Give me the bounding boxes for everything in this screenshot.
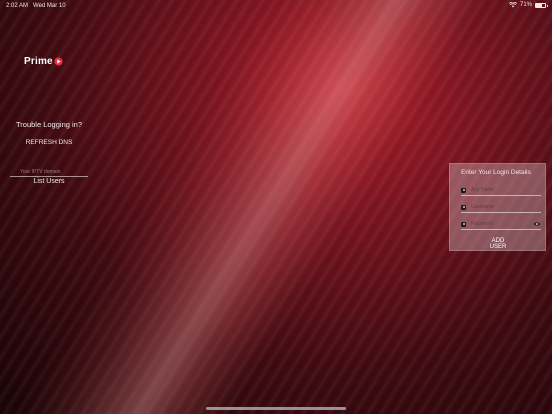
trouble-logging-text: Trouble Logging in? — [15, 120, 83, 129]
username-input[interactable] — [466, 202, 541, 212]
battery-percent: 71% — [519, 2, 532, 8]
password-input[interactable] — [466, 219, 533, 229]
wifi-icon — [508, 2, 517, 8]
any-name-field — [461, 185, 541, 196]
status-right: 71% — [508, 2, 548, 8]
status-bar: 2:02 AM Wed Mar 10 71% — [0, 0, 552, 12]
any-name-input[interactable] — [466, 185, 541, 195]
play-triangle-icon — [54, 57, 63, 66]
refresh-dns-button[interactable]: REFRESH DNS — [18, 139, 80, 146]
login-card-title: Enter Your Login Details — [461, 169, 531, 176]
eye-icon[interactable] — [533, 221, 541, 227]
app-logo: Prime — [24, 56, 63, 67]
user-icon — [461, 204, 466, 210]
battery-fill — [536, 3, 543, 7]
status-left: 2:02 AM Wed Mar 10 — [6, 3, 66, 9]
add-user-button[interactable]: ADD USER — [483, 238, 513, 250]
logo-text: Prime — [24, 56, 53, 67]
battery-icon — [535, 2, 548, 8]
home-indicator — [206, 407, 346, 410]
lock-icon — [461, 221, 466, 227]
iptv-domain-input[interactable] — [10, 167, 88, 177]
status-time: 2:02 AM — [6, 3, 29, 9]
list-users-button[interactable]: List Users — [20, 178, 78, 185]
username-field — [461, 202, 541, 213]
password-field — [461, 219, 541, 230]
user-icon — [461, 187, 466, 193]
status-date: Wed Mar 10 — [33, 3, 66, 9]
